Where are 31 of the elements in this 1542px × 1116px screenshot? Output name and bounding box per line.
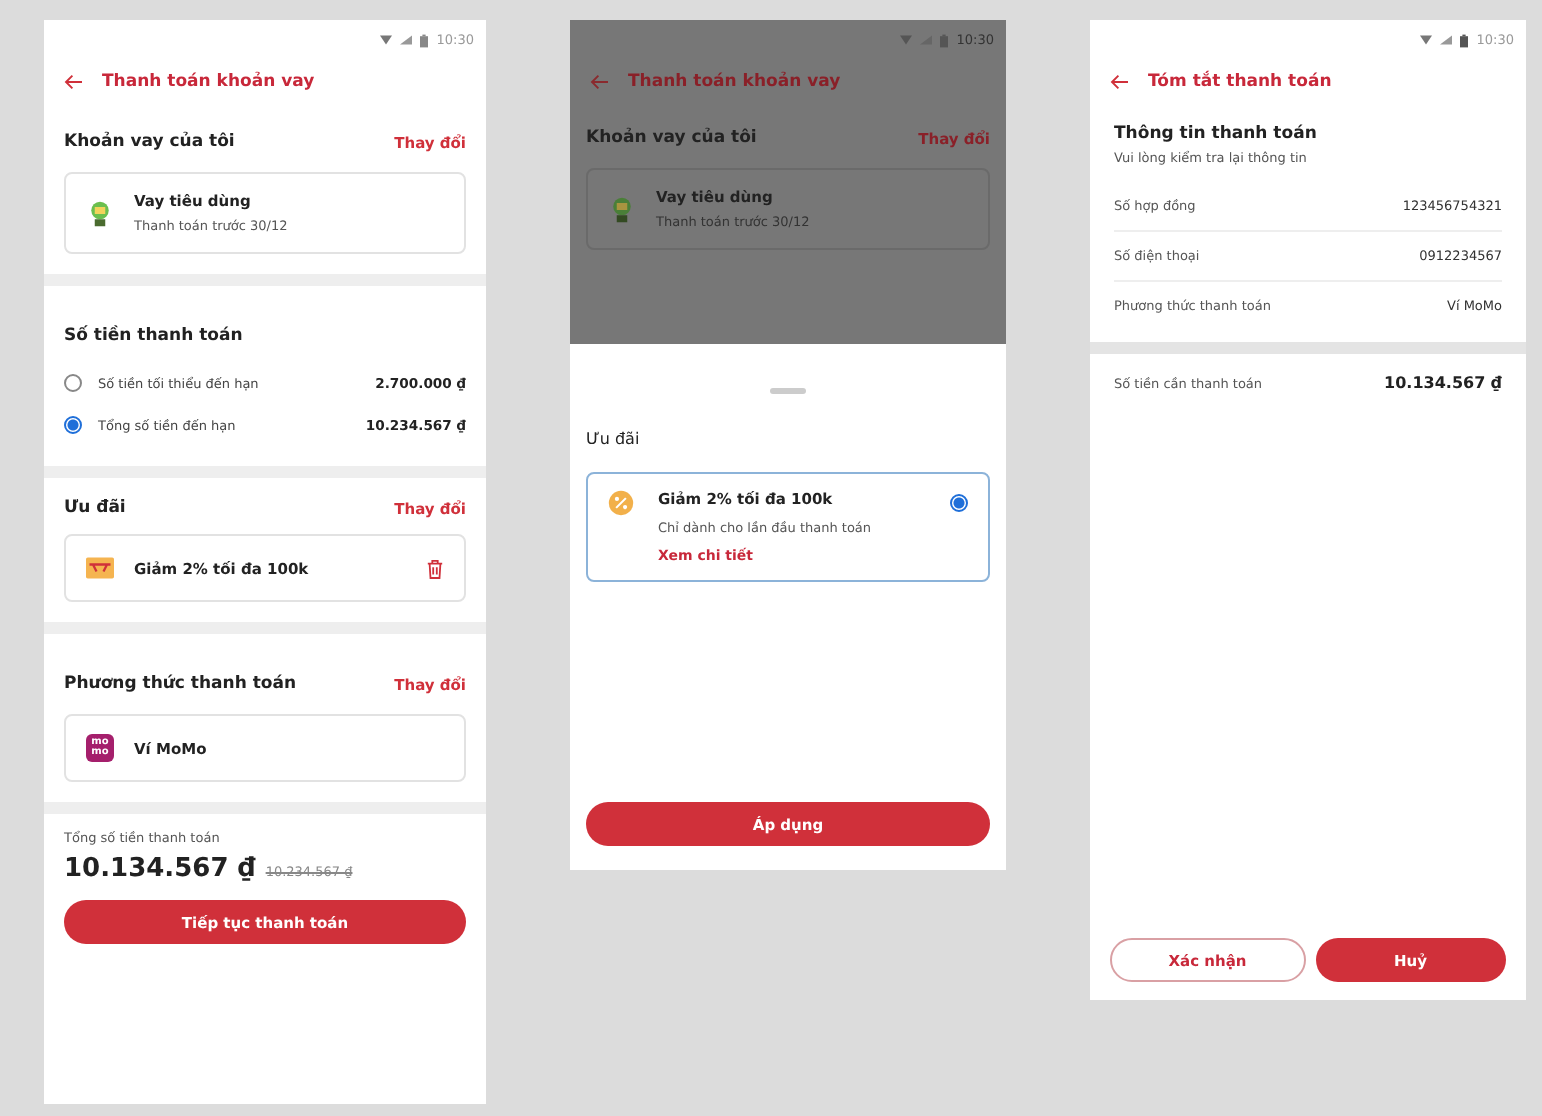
radio-button[interactable] [64, 416, 82, 434]
wifi-icon [900, 34, 913, 46]
battery-icon [940, 33, 949, 47]
wifi-icon [380, 34, 393, 46]
voucher-icon [86, 554, 114, 582]
sheet-heading: Ưu đãi [586, 430, 642, 448]
back-arrow-icon[interactable] [64, 74, 84, 90]
section-heading: Khoản vay của tôi [64, 132, 235, 152]
screen-title: Tóm tắt thanh toán [1148, 72, 1332, 92]
back-arrow-icon[interactable] [1110, 74, 1130, 90]
battery-icon [1460, 33, 1469, 47]
wifi-icon [1420, 34, 1433, 46]
percent-badge-icon [608, 490, 634, 516]
screen-title: Thanh toán khoản vay [628, 72, 841, 92]
section-heading: Ưu đãi [64, 498, 126, 518]
section-heading: Thông tin thanh toán [1114, 124, 1319, 144]
total-amount: 10.134.567 ₫ [64, 854, 256, 884]
battery-icon [420, 33, 429, 47]
radio-button[interactable] [950, 494, 968, 512]
amount-value: 10.134.567 ₫ [1384, 374, 1502, 392]
money-plant-icon [608, 195, 636, 223]
trash-icon[interactable] [426, 557, 444, 579]
signal-icon [1440, 34, 1453, 46]
signal-icon [400, 34, 413, 46]
section-heading: Phương thức thanh toán [64, 674, 297, 694]
radio-button[interactable] [64, 374, 82, 392]
screen-title: Thanh toán khoản vay [102, 72, 315, 92]
section-heading: Số tiền thanh toán [64, 326, 245, 346]
money-plant-icon [86, 199, 114, 227]
drag-handle[interactable] [770, 388, 806, 394]
section-heading: Khoản vay của tôi [586, 128, 757, 148]
